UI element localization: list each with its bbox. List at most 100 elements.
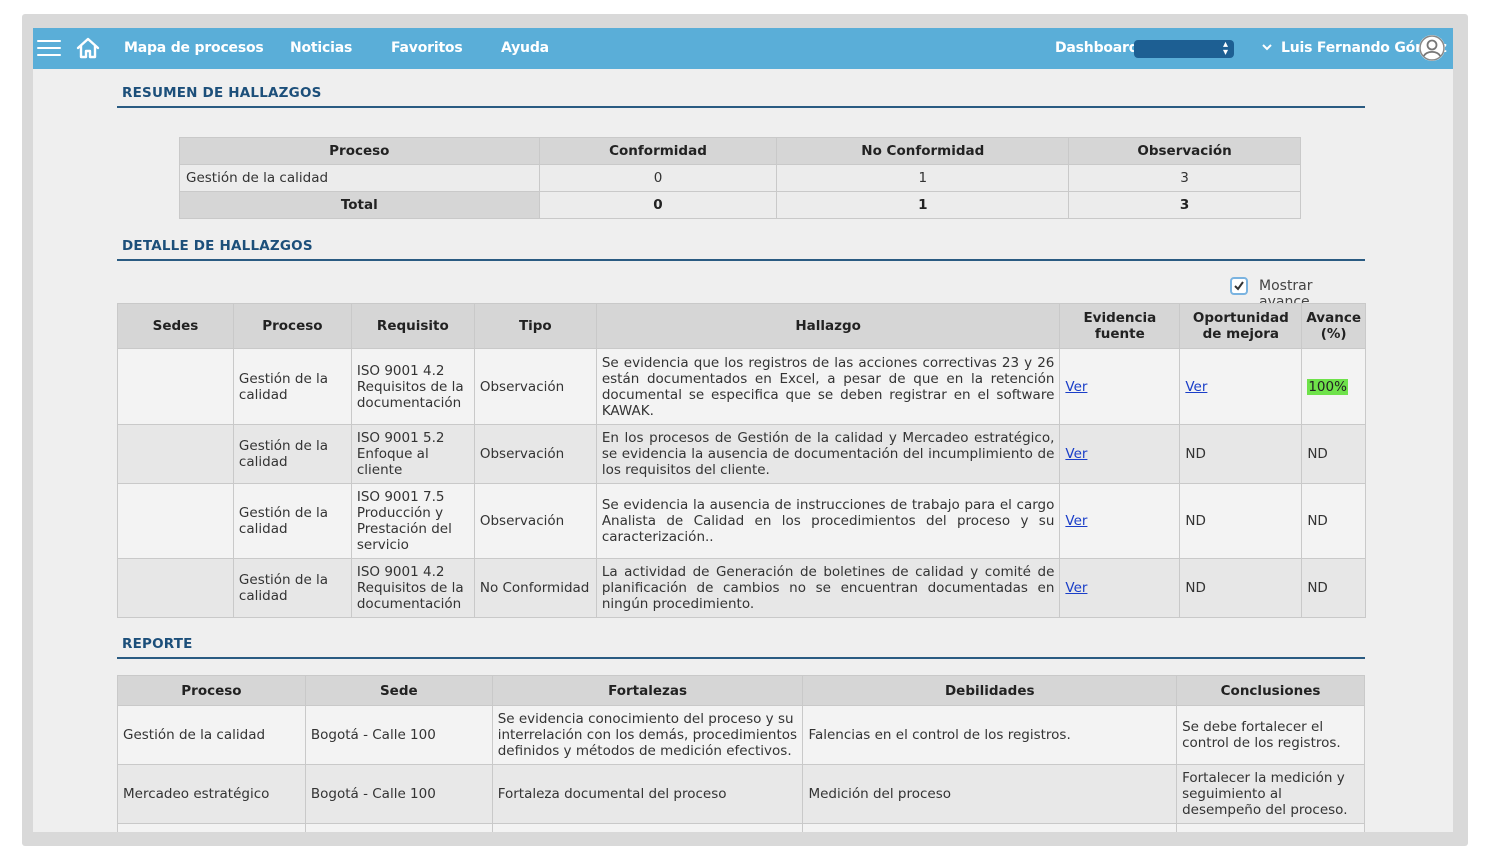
cell-sedes <box>117 424 234 484</box>
progress-badge: 100% <box>1307 378 1348 395</box>
cell-evidencia: Ver <box>1059 348 1181 425</box>
cell-sede: Bogotá - Calle 100 <box>304 764 493 824</box>
cell-sedes <box>117 483 234 559</box>
nav-noticias[interactable]: Noticias <box>290 40 352 56</box>
evidencia-link[interactable]: Ver <box>1065 446 1087 462</box>
col-header: No Conformidad <box>776 137 1070 165</box>
cell-tipo: No Conformidad <box>473 558 597 618</box>
cell-tipo: Observación <box>473 424 597 484</box>
cell-proceso: Gestión de la calidad <box>179 164 540 192</box>
cell-avance: ND <box>1301 424 1366 484</box>
col-header: Oportunidad de mejora <box>1179 303 1303 349</box>
total-no-conformidad: 1 <box>776 191 1070 219</box>
cell-proceso: Gestión de la calidad <box>117 705 306 765</box>
cell-proceso: Gestión de la calidad <box>232 558 352 618</box>
table-row: Mercadeo estratégico Bogotá - Calle 100 … <box>117 764 1365 824</box>
checkmark-icon <box>1234 281 1244 291</box>
cell-no-conformidad: 1 <box>776 164 1070 192</box>
cell-proceso: Gestión de la calidad <box>232 483 352 559</box>
cell-avance: ND <box>1301 558 1366 618</box>
nav-mapa-procesos[interactable]: Mapa de procesos <box>124 40 264 56</box>
evidencia-link[interactable]: Ver <box>1065 513 1087 529</box>
col-header: Requisito <box>350 303 475 349</box>
detail-divider <box>117 259 1365 261</box>
cell-oportunidad: ND <box>1179 558 1303 618</box>
oportunidad-link[interactable]: Ver <box>1185 379 1207 395</box>
report-divider <box>117 657 1365 659</box>
nav-favoritos[interactable]: Favoritos <box>391 40 463 56</box>
nav-ayuda[interactable]: Ayuda <box>501 40 549 56</box>
col-header: Proceso <box>179 137 540 165</box>
cell-debilidades: asdfasdf <box>802 823 1178 832</box>
app-viewport: Mapa de procesos Noticias Favoritos Ayud… <box>33 28 1453 832</box>
detail-title: DETALLE DE HALLAZGOS <box>122 238 313 254</box>
col-header: Hallazgo <box>595 303 1061 349</box>
cell-hallazgo: La actividad de Generación de boletines … <box>595 558 1061 618</box>
cell-oportunidad: ND <box>1179 483 1303 559</box>
table-row: Gestión de la calidad ISO 9001 4.2 Requi… <box>117 348 1366 425</box>
cell-sede: Bogotá - Calle 100 <box>304 823 493 832</box>
col-header: Fortalezas <box>491 675 804 706</box>
total-label: Total <box>179 191 540 219</box>
home-icon[interactable] <box>76 36 100 60</box>
table-row: Gestión de la calidad ISO 9001 4.2 Requi… <box>117 558 1366 618</box>
col-header: Conformidad <box>538 137 778 165</box>
cell-evidencia: Ver <box>1059 558 1181 618</box>
cell-proceso: Gestión de la calidad <box>232 424 352 484</box>
cell-requisito: ISO 9001 7.5 Producción y Prestación del… <box>350 483 475 559</box>
cell-hallazgo: En los procesos de Gestión de la calidad… <box>595 424 1061 484</box>
col-header: Sedes <box>117 303 234 349</box>
cell-requisito: ISO 9001 4.2 Requisitos de la documentac… <box>350 348 475 425</box>
user-avatar-icon[interactable] <box>1419 35 1445 61</box>
cell-debilidades: Medición del proceso <box>802 764 1178 824</box>
cell-requisito: ISO 9001 5.2 Enfoque al cliente <box>350 424 475 484</box>
cell-conclusiones: Fortalecer la medición y seguimiento al … <box>1176 764 1365 824</box>
cell-debilidades: Falencias en el control de los registros… <box>802 705 1178 765</box>
detail-table: Sedes Proceso Requisito Tipo Hallazgo Ev… <box>117 303 1366 618</box>
select-arrows-icon: ▴ ▾ <box>1222 39 1228 58</box>
detail-header-row: Sedes Proceso Requisito Tipo Hallazgo Ev… <box>117 303 1366 349</box>
table-row: Gestión de la calidad ISO 9001 7.5 Produ… <box>117 483 1366 559</box>
cell-requisito: ISO 9001 4.2 Requisitos de la documentac… <box>350 558 475 618</box>
cell-sedes <box>117 348 234 425</box>
total-conformidad: 0 <box>538 191 778 219</box>
dashboard-label: Dashboard <box>1055 40 1139 56</box>
cell-observacion: 3 <box>1068 164 1301 192</box>
cell-avance: ND <box>1301 483 1366 559</box>
table-row: Gestión de la calidad 0 1 3 <box>179 164 1301 192</box>
total-observacion: 3 <box>1068 191 1301 219</box>
table-row: Gestión de la calidad ISO 9001 5.2 Enfoq… <box>117 424 1366 484</box>
show-progress-checkbox[interactable] <box>1230 277 1248 295</box>
col-header: Observación <box>1068 137 1301 165</box>
table-row: Gestión de la calidad Bogotá - Calle 100… <box>117 705 1365 765</box>
summary-table: Proceso Conformidad No Conformidad Obser… <box>179 137 1301 219</box>
cell-conclusiones: Se debe fortalecer el control de los reg… <box>1176 705 1365 765</box>
col-header: Avance (%) <box>1301 303 1366 349</box>
col-header: Proceso <box>117 675 306 706</box>
evidencia-link[interactable]: Ver <box>1065 379 1087 395</box>
cell-tipo: Observación <box>473 483 597 559</box>
cell-sede: Bogotá - Calle 100 <box>304 705 493 765</box>
summary-header-row: Proceso Conformidad No Conformidad Obser… <box>179 137 1301 165</box>
col-header: Debilidades <box>802 675 1178 706</box>
cell-oportunidad: Ver <box>1179 348 1303 425</box>
evidencia-link[interactable]: Ver <box>1065 580 1087 596</box>
col-header: Proceso <box>232 303 352 349</box>
summary-title: RESUMEN DE HALLAZGOS <box>122 85 322 101</box>
col-header: Evidencia fuente <box>1059 303 1181 349</box>
cell-fortalezas: Se evidencia conocimiento del proceso y … <box>491 705 804 765</box>
chevron-down-icon[interactable] <box>1262 42 1272 52</box>
total-row: Total 0 1 3 <box>179 191 1301 219</box>
cell-sedes <box>117 558 234 618</box>
cell-conclusiones: sdfadf <box>1176 823 1365 832</box>
cell-fortalezas: dfgs <box>491 823 804 832</box>
cell-evidencia: Ver <box>1059 483 1181 559</box>
dashboard-select[interactable]: ▴ ▾ <box>1134 40 1234 58</box>
menu-icon[interactable] <box>37 40 61 58</box>
cell-hallazgo: Se evidencia la ausencia de instruccione… <box>595 483 1061 559</box>
cell-proceso: Gestión de la calidad <box>232 348 352 425</box>
col-header: Sede <box>304 675 493 706</box>
cell-proceso: Investigación <box>117 823 306 832</box>
report-header-row: Proceso Sede Fortalezas Debilidades Conc… <box>117 675 1365 706</box>
report-title: REPORTE <box>122 636 193 652</box>
